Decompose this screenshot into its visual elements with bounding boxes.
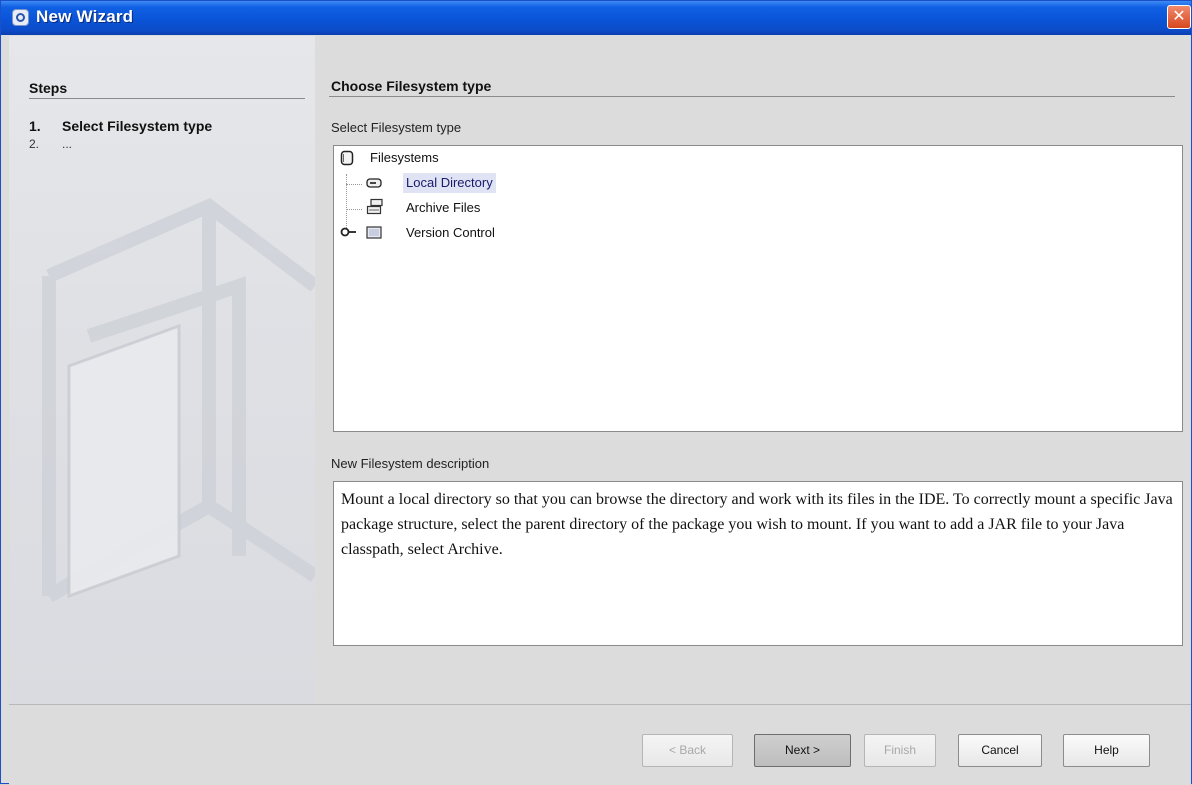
folder-icon bbox=[366, 226, 382, 239]
steps-panel: Steps 1. Select Filesystem type 2.... bbox=[9, 36, 315, 704]
step-number: 2. bbox=[29, 137, 40, 151]
new-wizard-window: New Wizard ✕ Steps 1. Select Filesystem t… bbox=[0, 0, 1192, 785]
tree-label: Local Directory bbox=[403, 173, 496, 193]
steps-heading: Steps bbox=[29, 80, 68, 96]
step-label: Select Filesystem type bbox=[62, 118, 213, 134]
tree-connector bbox=[346, 174, 348, 234]
back-button[interactable]: < Back bbox=[642, 734, 733, 767]
step-label: ... bbox=[62, 137, 73, 151]
content-panel: Choose Filesystem type Select Filesystem… bbox=[315, 36, 1191, 704]
tree-label: Filesystems bbox=[370, 150, 439, 165]
title-bar[interactable]: New Wizard ✕ bbox=[1, 1, 1191, 35]
page-title: Choose Filesystem type bbox=[331, 78, 492, 94]
tree-connector bbox=[346, 184, 362, 186]
description-text: Mount a local directory so that you can … bbox=[333, 481, 1183, 646]
button-bar: < Back Next > Finish Cancel Help bbox=[9, 705, 1191, 785]
step-number: 1. bbox=[29, 118, 41, 134]
tree-label: Archive Files bbox=[406, 200, 481, 215]
filesystems-icon bbox=[340, 150, 354, 166]
select-filesystem-label: Select Filesystem type bbox=[331, 120, 462, 135]
help-button[interactable]: Help bbox=[1063, 734, 1150, 767]
app-icon bbox=[12, 9, 29, 26]
filesystem-tree[interactable]: Filesystems Local Directory Archive File… bbox=[333, 145, 1183, 432]
close-button[interactable]: ✕ bbox=[1167, 5, 1191, 29]
expand-handle-icon[interactable] bbox=[340, 226, 358, 238]
step-item-2: 2.... bbox=[29, 137, 72, 151]
description-label: New Filesystem description bbox=[331, 456, 490, 471]
drive-icon bbox=[366, 178, 382, 188]
content-divider bbox=[329, 96, 1175, 97]
step-item-1: 1. Select Filesystem type bbox=[29, 118, 212, 134]
tree-connector bbox=[346, 209, 362, 211]
steps-divider bbox=[29, 98, 305, 99]
archive-icon bbox=[366, 198, 383, 215]
tree-label: Version Control bbox=[406, 225, 495, 240]
cancel-button[interactable]: Cancel bbox=[958, 734, 1042, 767]
finish-button[interactable]: Finish bbox=[864, 734, 936, 767]
window-title: New Wizard bbox=[36, 7, 134, 26]
next-button[interactable]: Next > bbox=[754, 734, 851, 767]
